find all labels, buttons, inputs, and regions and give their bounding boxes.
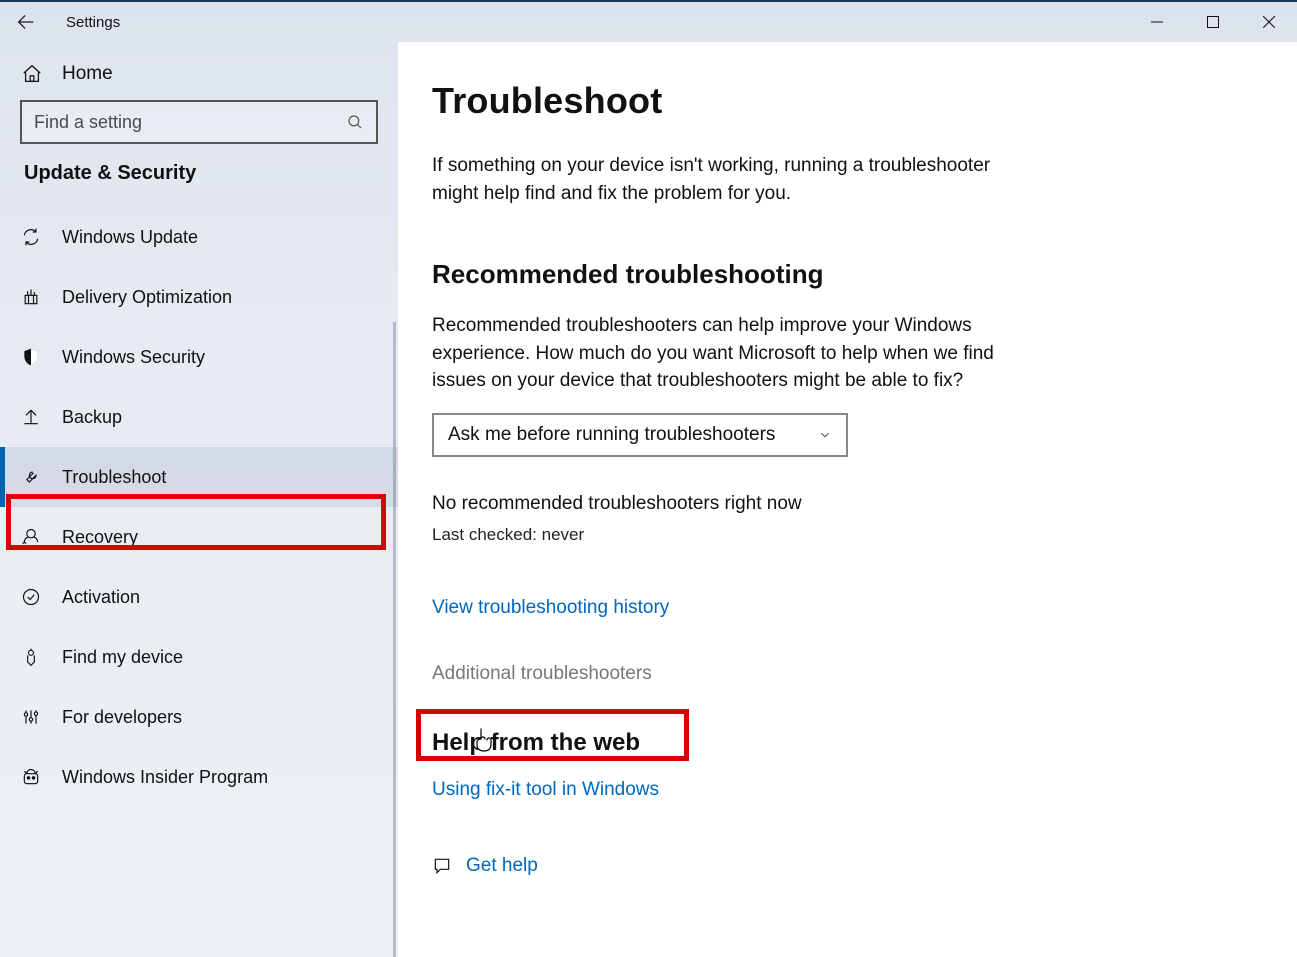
search-icon	[346, 113, 364, 131]
sidebar-item-label: Windows Security	[62, 347, 205, 368]
history-link[interactable]: View troubleshooting history	[432, 597, 669, 619]
sidebar-item-label: Find my device	[62, 647, 183, 668]
page-lead: If something on your device isn't workin…	[432, 152, 1002, 207]
sidebar-scrollbar[interactable]	[393, 322, 396, 957]
home-icon	[20, 62, 44, 86]
sidebar-section-title: Update & Security	[0, 162, 398, 207]
sidebar-item-troubleshoot[interactable]: Troubleshoot	[0, 447, 398, 507]
search-input[interactable]	[22, 112, 376, 133]
sidebar-item-label: For developers	[62, 707, 182, 728]
sidebar-item-backup[interactable]: Backup	[0, 387, 398, 447]
sidebar-item-label: Activation	[62, 587, 140, 608]
back-button[interactable]	[14, 10, 38, 34]
close-button[interactable]	[1241, 2, 1297, 42]
developer-icon	[20, 706, 42, 728]
recommended-description: Recommended troubleshooters can help imp…	[432, 312, 1002, 395]
recommended-select[interactable]: Ask me before running troubleshooters	[432, 413, 848, 457]
sidebar-item-label: Windows Insider Program	[62, 767, 268, 788]
optimization-icon	[20, 286, 42, 308]
sidebar: Home Update & Security Windows Update Del…	[0, 42, 398, 957]
activation-icon	[20, 586, 42, 608]
get-help-label: Get help	[466, 855, 538, 877]
sidebar-home-label: Home	[62, 63, 113, 85]
sidebar-item-label: Delivery Optimization	[62, 287, 232, 308]
backup-icon	[20, 406, 42, 428]
window-title: Settings	[66, 14, 120, 31]
sidebar-item-find-my-device[interactable]: Find my device	[0, 627, 398, 687]
sync-icon	[20, 226, 42, 248]
minimize-button[interactable]	[1129, 2, 1185, 42]
recommended-select-value: Ask me before running troubleshooters	[448, 424, 775, 446]
sidebar-item-label: Backup	[62, 407, 122, 428]
sidebar-item-label: Recovery	[62, 527, 138, 548]
recovery-icon	[20, 526, 42, 548]
sidebar-home[interactable]: Home	[0, 52, 398, 100]
help-heading: Help from the web	[432, 729, 1263, 757]
sidebar-item-label: Troubleshoot	[62, 467, 166, 488]
get-help-link[interactable]: Get help	[432, 855, 1263, 877]
search-box[interactable]	[20, 100, 378, 144]
recommended-last-checked: Last checked: never	[432, 525, 1263, 545]
sidebar-item-delivery-optimization[interactable]: Delivery Optimization	[0, 267, 398, 327]
additional-troubleshooters-link[interactable]: Additional troubleshooters	[432, 663, 652, 685]
shield-icon	[20, 346, 42, 368]
location-icon	[20, 646, 42, 668]
insider-icon	[20, 766, 42, 788]
sidebar-item-label: Windows Update	[62, 227, 198, 248]
titlebar: Settings	[0, 2, 1297, 42]
sidebar-item-windows-insider-program[interactable]: Windows Insider Program	[0, 747, 398, 807]
sidebar-item-windows-security[interactable]: Windows Security	[0, 327, 398, 387]
page-title: Troubleshoot	[432, 80, 1263, 122]
sidebar-nav: Windows Update Delivery Optimization Windo…	[0, 207, 398, 807]
sidebar-item-windows-update[interactable]: Windows Update	[0, 207, 398, 267]
sidebar-item-for-developers[interactable]: For developers	[0, 687, 398, 747]
wrench-icon	[20, 466, 42, 488]
chevron-down-icon	[818, 428, 832, 442]
maximize-button[interactable]	[1185, 2, 1241, 42]
sidebar-item-activation[interactable]: Activation	[0, 567, 398, 627]
main-content: Troubleshoot If something on your device…	[398, 42, 1297, 957]
recommended-status: No recommended troubleshooters right now	[432, 493, 1263, 515]
sidebar-item-recovery[interactable]: Recovery	[0, 507, 398, 567]
recommended-heading: Recommended troubleshooting	[432, 259, 1263, 290]
chat-icon	[432, 856, 452, 876]
help-link[interactable]: Using fix-it tool in Windows	[432, 779, 659, 801]
